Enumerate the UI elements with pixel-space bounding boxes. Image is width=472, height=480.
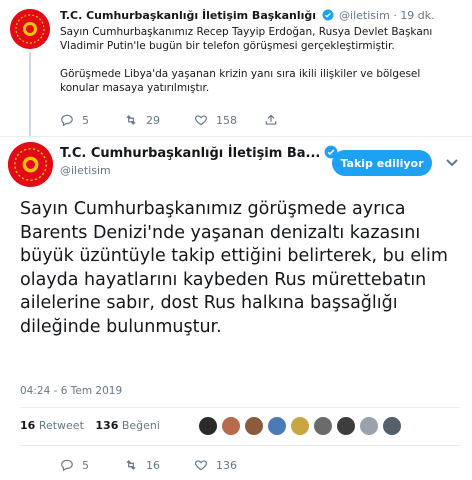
chevron-down-icon[interactable] — [446, 158, 458, 168]
account-name-text: T.C. Cumhurbaşkanlığı İletişim Ba... — [60, 146, 321, 161]
retweet-count: 29 — [146, 113, 160, 127]
tweet-paragraph: Görüşmede Libya'da yaşanan krizin yanı s… — [60, 68, 421, 94]
retweet-icon — [126, 115, 136, 125]
account-name[interactable]: T.C. Cumhurbaşkanlığı İletişim Ba... — [60, 145, 340, 161]
divider — [0, 136, 472, 137]
liker-avatars — [198, 416, 405, 436]
liker-avatar[interactable] — [267, 416, 287, 436]
tweet-paragraph: Sayın Cumhurbaşkanımız Recep Tayyip Erdo… — [60, 26, 433, 52]
reply-button[interactable]: 5 — [60, 113, 124, 127]
retweet-button[interactable]: 29 — [124, 113, 194, 127]
retweet-count: 16 — [146, 458, 160, 472]
retweet-stat-label: Retweet — [38, 419, 84, 432]
liker-avatar[interactable] — [290, 416, 310, 436]
reply-icon — [61, 114, 73, 127]
presidential-seal-icon — [10, 9, 50, 49]
avatar[interactable] — [10, 9, 50, 49]
timestamp[interactable]: 19 dk. — [400, 9, 434, 22]
like-icon — [194, 460, 208, 471]
liker-avatar[interactable] — [359, 416, 379, 436]
retweet-stat[interactable]: 16 Retweet — [20, 419, 84, 432]
liker-avatar[interactable] — [244, 416, 264, 436]
liker-avatar[interactable] — [336, 416, 356, 436]
tweet-text: Sayın Cumhurbaşkanımız görüşmede ayrıca … — [20, 199, 448, 337]
like-stat-label: Beğeni — [121, 419, 160, 432]
tweet-header: T.C. Cumhurbaşkanlığı İletişim Başkanlığ… — [60, 9, 435, 22]
liker-avatar[interactable] — [313, 416, 333, 436]
like-stat-count: 136 — [95, 419, 119, 432]
retweet-stat-count: 16 — [20, 419, 36, 432]
tweet-actions: 5 29 158 — [60, 113, 286, 127]
divider — [20, 445, 460, 446]
like-count: 136 — [216, 458, 237, 472]
avatar[interactable] — [8, 142, 53, 187]
like-button[interactable]: 158 — [194, 113, 264, 127]
thread-line — [29, 52, 31, 136]
tweet-stats: 16 Retweet 136 Beğeni — [20, 419, 160, 432]
retweet-icon — [126, 460, 136, 470]
handle[interactable]: @iletisim — [339, 9, 390, 22]
verified-icon — [322, 9, 334, 21]
presidential-seal-icon — [8, 142, 53, 187]
reply-button[interactable]: 5 — [60, 458, 124, 472]
divider — [20, 407, 460, 408]
timestamp[interactable]: 04:24 - 6 Tem 2019 — [20, 385, 122, 397]
share-button[interactable] — [264, 113, 286, 127]
separator: · — [393, 9, 397, 22]
liker-avatar[interactable] — [221, 416, 241, 436]
reply-icon — [61, 459, 73, 472]
tweet-text: Sayın Cumhurbaşkanımız Recep Tayyip Erdo… — [60, 25, 460, 109]
like-stat[interactable]: 136 Beğeni — [95, 419, 160, 432]
like-count: 158 — [216, 113, 237, 127]
like-icon — [194, 115, 208, 126]
reply-count: 5 — [82, 113, 89, 127]
following-button[interactable]: Takip ediliyor — [332, 150, 432, 176]
account-name[interactable]: T.C. Cumhurbaşkanlığı İletişim Başkanlığ… — [60, 9, 316, 22]
tweet-actions: 5 16 136 — [60, 458, 264, 472]
liker-avatar[interactable] — [198, 416, 218, 436]
like-button[interactable]: 136 — [194, 458, 264, 472]
handle[interactable]: @iletisim — [60, 164, 111, 177]
share-icon — [265, 114, 277, 125]
liker-avatar[interactable] — [382, 416, 402, 436]
retweet-button[interactable]: 16 — [124, 458, 194, 472]
reply-count: 5 — [82, 458, 89, 472]
